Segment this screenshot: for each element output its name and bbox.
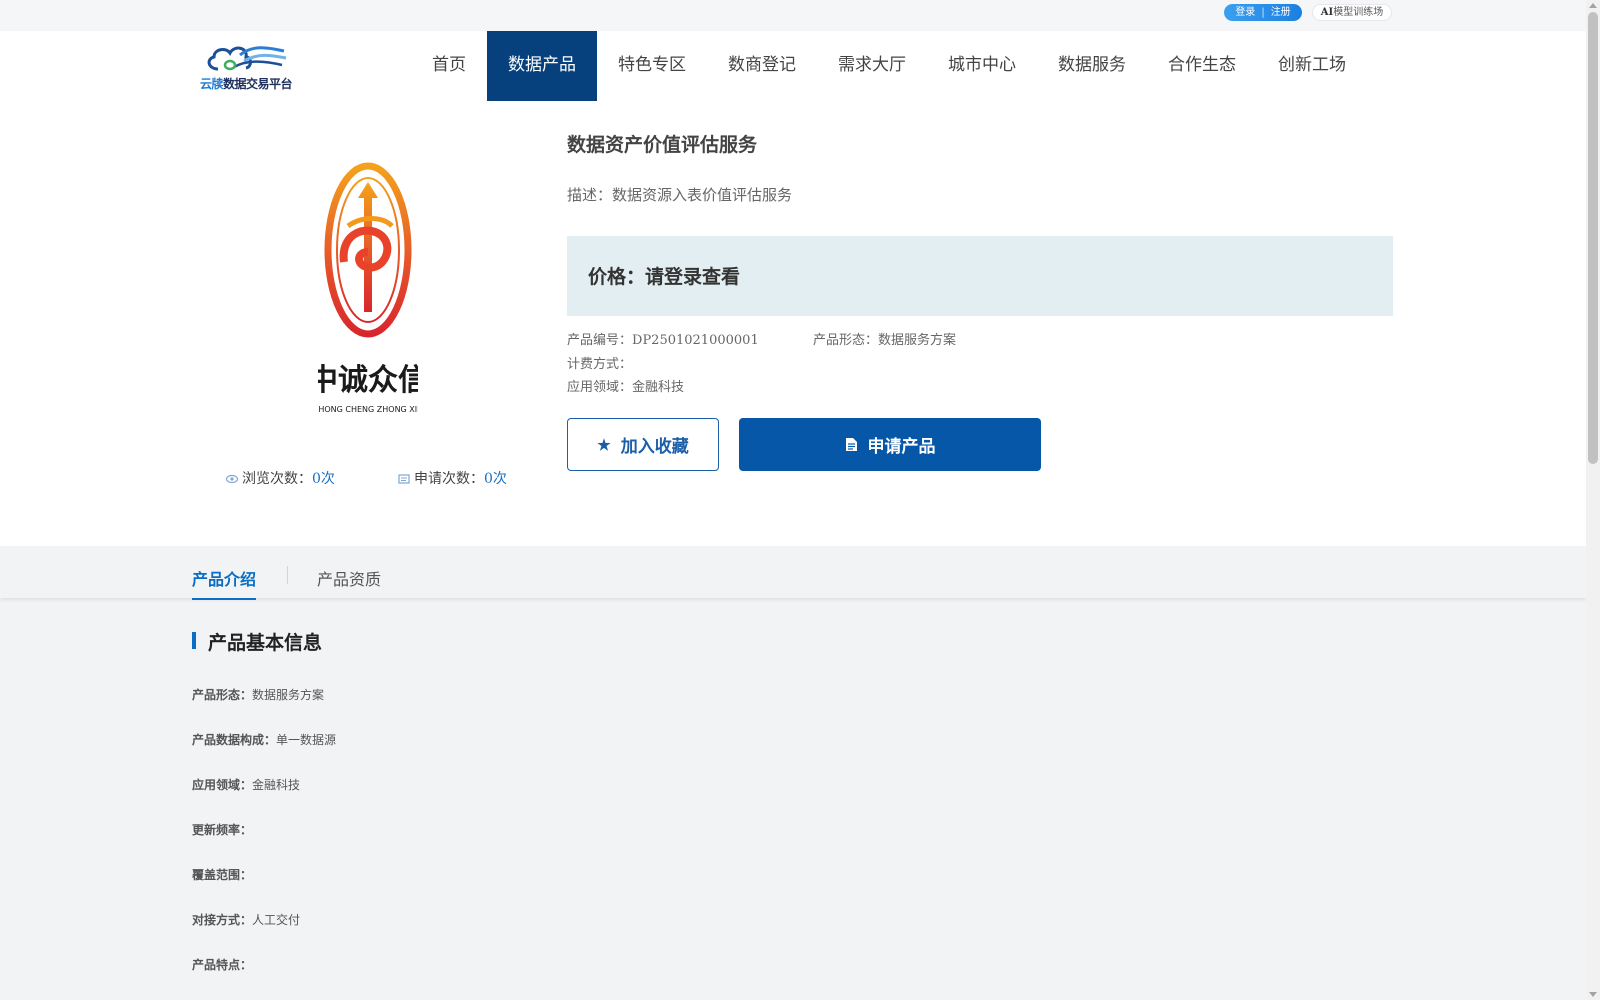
nav-data-products[interactable]: 数据产品	[487, 31, 597, 101]
provider-emblem-icon: 中诚众信 ZHONG CHENG ZHONG XIN	[308, 162, 428, 414]
document-icon	[845, 438, 857, 451]
ai-prefix: AI	[1320, 7, 1334, 18]
product-form-value: 数据服务方案	[878, 333, 957, 348]
info-row: 对接方式：人工交付	[192, 911, 300, 928]
apply-product-label: 申请产品	[867, 437, 936, 457]
info-key: 更新频率：	[192, 823, 253, 837]
nav-home[interactable]: 首页	[411, 31, 487, 101]
info-row: 产品数据构成：单一数据源	[192, 731, 336, 748]
nav-data-services[interactable]: 数据服务	[1037, 31, 1147, 101]
detail-tabs: 产品介绍 产品资质	[0, 546, 1586, 600]
scroll-up-icon[interactable]	[1589, 3, 1597, 8]
price-text: 价格：请登录查看	[588, 266, 741, 288]
tab-product-qualifications[interactable]: 产品资质	[317, 566, 381, 598]
billing-label: 计费方式：	[567, 357, 633, 372]
nav-merchant-registration[interactable]: 数商登记	[707, 31, 817, 101]
views-label: 浏览次数：	[242, 471, 312, 487]
scroll-down-icon[interactable]	[1589, 992, 1597, 997]
add-favorite-label: 加入收藏	[620, 437, 689, 457]
info-key: 对接方式：	[192, 913, 253, 927]
info-row: 更新频率：	[192, 821, 252, 838]
views-stat: 浏览次数：0次	[226, 468, 335, 488]
logo-text-blue: 云牍	[200, 77, 224, 91]
section-heading: 产品基本信息	[192, 628, 322, 655]
star-icon: ★	[597, 435, 611, 454]
info-key: 覆盖范围：	[192, 868, 253, 882]
cloud-logo-icon	[207, 46, 287, 71]
product-code-value: DP2501021000001	[632, 333, 759, 348]
nav-featured-zone[interactable]: 特色专区	[597, 31, 707, 101]
info-key: 应用领域：	[192, 778, 253, 792]
info-value: 数据服务方案	[252, 688, 325, 702]
logo-text-dark: 数据交易平台	[223, 77, 293, 91]
provider-logo-cn: 中诚众信	[318, 363, 418, 398]
product-description: 描述：数据资源入表价值评估服务	[567, 186, 793, 204]
info-row: 应用领域：金融科技	[192, 776, 300, 793]
info-row: 覆盖范围：	[192, 866, 252, 883]
info-value: 单一数据源	[276, 733, 337, 747]
login-register-pill: 登录 | 注册	[1224, 4, 1302, 21]
login-link[interactable]: 登录	[1235, 7, 1255, 18]
tab-product-intro[interactable]: 产品介绍	[192, 566, 257, 600]
site-logo[interactable]: 云牍数据交易平台	[200, 41, 296, 93]
main-nav: 首页 数据产品 特色专区 数商登记 需求大厅 城市中心 数据服务 合作生态 创新…	[411, 31, 1367, 101]
product-code: 产品编号：DP2501021000001	[567, 329, 759, 348]
eye-icon	[226, 474, 238, 484]
nav-partner-ecosystem[interactable]: 合作生态	[1147, 31, 1257, 101]
info-key: 产品特点：	[192, 958, 253, 972]
application-domain: 应用领域：金融科技	[567, 376, 684, 395]
login-separator: |	[1261, 7, 1265, 18]
form-icon	[398, 474, 410, 484]
info-key: 产品数据构成：	[192, 733, 277, 747]
applies-value: 0次	[484, 471, 507, 487]
nav-innovation-workshop[interactable]: 创新工场	[1257, 31, 1367, 101]
info-row: 产品特点：	[192, 956, 252, 973]
info-value: 金融科技	[252, 778, 301, 792]
ai-training-link[interactable]: AI模型训练场	[1312, 4, 1392, 21]
nav-demand-hall[interactable]: 需求大厅	[817, 31, 927, 101]
logo-text: 云牍数据交易平台	[200, 75, 293, 92]
info-value: 人工交付	[252, 913, 301, 927]
applies-label: 申请次数：	[414, 471, 484, 487]
domain-label: 应用领域：	[567, 380, 633, 395]
views-value: 0次	[312, 471, 335, 487]
domain-value: 金融科技	[632, 380, 685, 395]
billing-method: 计费方式：	[567, 353, 632, 372]
info-key: 产品形态：	[192, 688, 253, 702]
product-form-label: 产品形态：	[813, 333, 879, 348]
scrollbar-thumb[interactable]	[1588, 12, 1598, 464]
provider-logo-en: ZHONG CHENG ZHONG XIN	[318, 405, 418, 414]
product-code-label: 产品编号：	[567, 333, 633, 348]
add-favorite-button[interactable]: ★ 加入收藏	[567, 418, 719, 471]
product-overview: 中诚众信 ZHONG CHENG ZHONG XIN 浏览次数：0次 申请次数：…	[0, 102, 1586, 546]
tab-divider	[287, 566, 288, 584]
nav-city-center[interactable]: 城市中心	[927, 31, 1037, 101]
product-form: 产品形态：数据服务方案	[813, 329, 956, 348]
page-scrollbar[interactable]	[1586, 0, 1600, 1000]
price-box: 价格：请登录查看	[567, 236, 1393, 316]
ai-label: 模型训练场	[1333, 7, 1384, 18]
top-utility-bar: 登录 | 注册 AI模型训练场	[0, 0, 1586, 31]
applies-stat: 申请次数：0次	[398, 468, 507, 488]
site-header: 云牍数据交易平台 首页 数据产品 特色专区 数商登记 需求大厅 城市中心 数据服…	[0, 31, 1586, 102]
register-link[interactable]: 注册	[1271, 7, 1291, 18]
product-provider-logo: 中诚众信 ZHONG CHENG ZHONG XIN	[308, 162, 428, 422]
apply-product-button[interactable]: 申请产品	[739, 418, 1041, 471]
product-title: 数据资产价值评估服务	[567, 134, 758, 156]
info-row: 产品形态：数据服务方案	[192, 686, 324, 703]
